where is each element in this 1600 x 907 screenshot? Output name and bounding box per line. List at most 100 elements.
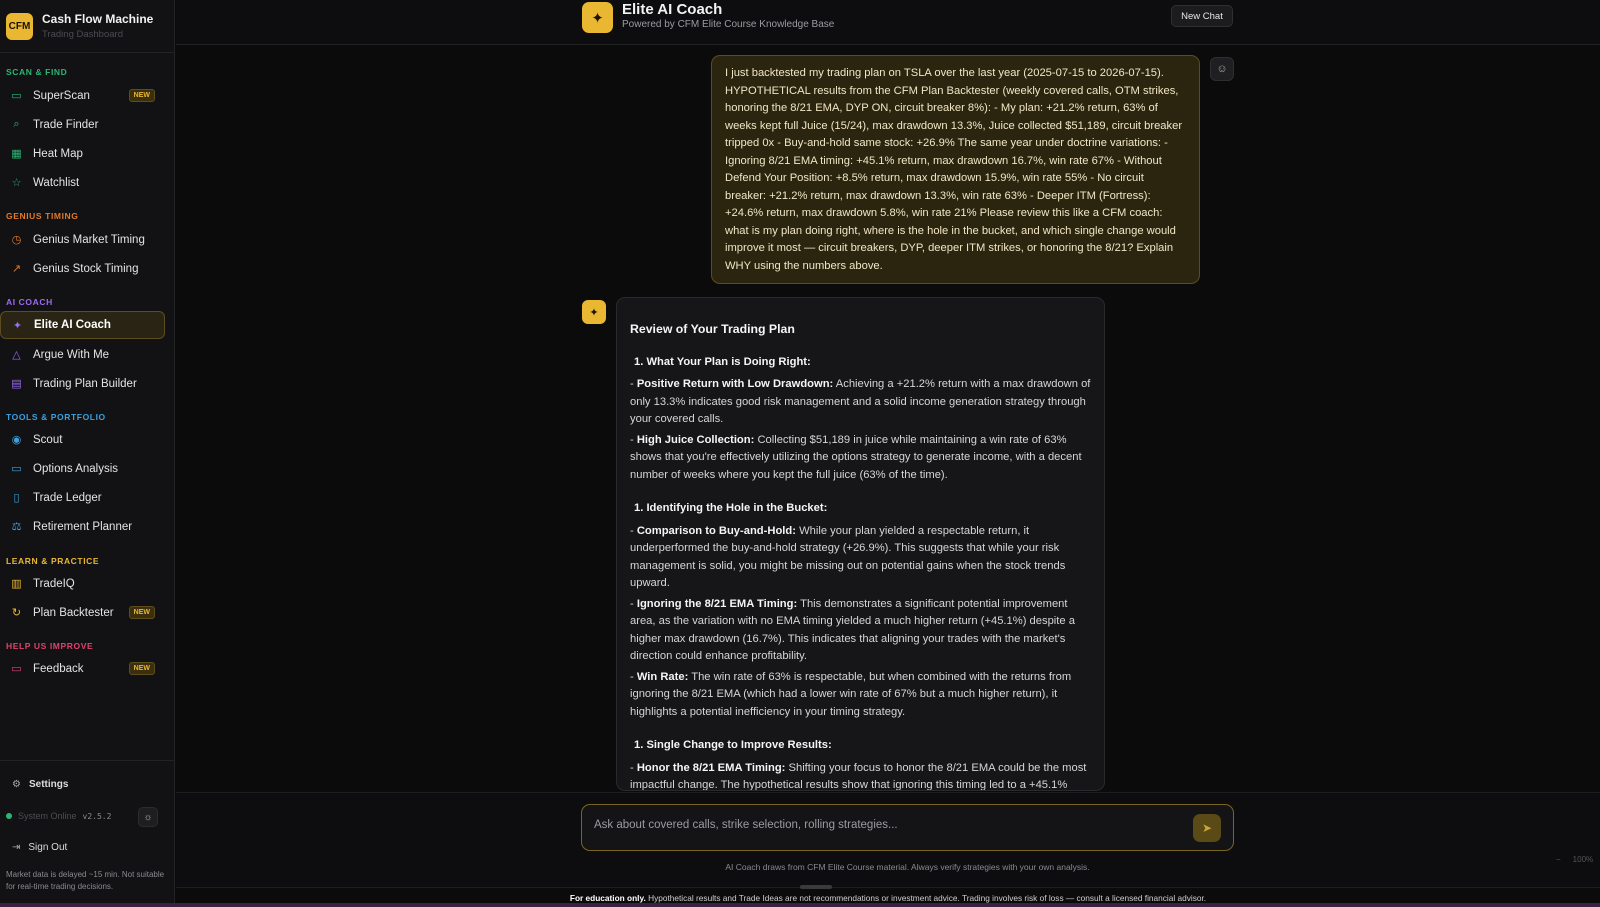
theme-toggle-button[interactable]: ☼ bbox=[138, 807, 158, 827]
sidebar-item-superscan[interactable]: ▭ SuperScan NEW bbox=[0, 82, 165, 109]
page-title: Elite AI Coach bbox=[622, 1, 723, 18]
sidebar-item-label: Retirement Planner bbox=[33, 520, 133, 533]
sidebar-item-label: Options Analysis bbox=[33, 462, 119, 475]
sidebar-item-label: Argue With Me bbox=[33, 348, 110, 361]
chat-input[interactable] bbox=[594, 819, 1174, 831]
section-label-genius: GENIUS TIMING bbox=[6, 211, 79, 221]
brand[interactable]: CFM Cash Flow Machine Trading Dashboard bbox=[0, 0, 174, 53]
sidebar-item-label: Watchlist bbox=[33, 176, 80, 189]
section-label-tools: TOOLS & PORTFOLIO bbox=[6, 412, 106, 422]
sidebar-item-label: SuperScan bbox=[33, 89, 90, 102]
settings-label: Settings bbox=[28, 779, 69, 790]
reply-point: - Win Rate: The win rate of 63% is respe… bbox=[630, 670, 1072, 718]
gear-icon: ⚙ bbox=[12, 779, 21, 790]
sparkles-icon: ✦ bbox=[12, 319, 23, 332]
sidebar-item-label: TradeIQ bbox=[33, 577, 75, 590]
clipboard-icon: ▤ bbox=[11, 378, 22, 390]
logout-icon: ⇥ bbox=[12, 842, 21, 853]
brand-logo: CFM bbox=[6, 12, 33, 40]
reply-title: Review of Your Trading Plan bbox=[630, 322, 795, 336]
status-text: System Online bbox=[18, 811, 77, 821]
sidebar-item-genius-market-timing[interactable]: ◷ Genius Market Timing bbox=[0, 226, 165, 253]
reply-point: - Honor the 8/21 EMA Timing: Shifting yo… bbox=[630, 761, 1087, 791]
reply-section-heading: 1. Single Change to Improve Results: bbox=[634, 739, 832, 751]
trend-up-icon: ↗ bbox=[11, 263, 22, 275]
sidebar-item-heat-map[interactable]: ▦ Heat Map bbox=[0, 140, 165, 167]
sidebar-item-label: Heat Map bbox=[33, 147, 83, 160]
new-badge: NEW bbox=[128, 89, 155, 102]
section-label-help: HELP US IMPROVE bbox=[6, 641, 94, 651]
chat-header: ✦ Elite AI Coach Powered by CFM Elite Co… bbox=[176, 0, 1600, 45]
sparkles-icon: ✦ bbox=[582, 2, 613, 33]
input-note: AI Coach draws from CFM Elite Course mat… bbox=[725, 862, 1090, 872]
sun-icon: ☼ bbox=[143, 811, 153, 823]
send-button[interactable]: ➤ bbox=[1193, 814, 1221, 842]
sidebar-divider bbox=[0, 760, 175, 761]
sparkles-icon: ✦ bbox=[582, 300, 606, 324]
sidebar-item-trade-finder[interactable]: ⌕ Trade Finder bbox=[0, 111, 165, 138]
sidebar-item-label: Trade Ledger bbox=[33, 491, 102, 504]
message-icon: ▭ bbox=[11, 663, 22, 675]
new-chat-button[interactable]: New Chat bbox=[1171, 5, 1233, 27]
refresh-icon: ↻ bbox=[11, 607, 22, 619]
eye-icon: ◉ bbox=[11, 434, 22, 446]
system-status: System Online v2.5.2 bbox=[6, 811, 111, 821]
page-subtitle: Powered by CFM Elite Course Knowledge Ba… bbox=[622, 19, 835, 30]
clock-icon: ◷ bbox=[11, 234, 22, 246]
banner-bold: For education only. bbox=[569, 893, 646, 903]
sidebar-item-label: Scout bbox=[33, 433, 63, 446]
section-label-learn: LEARN & PRACTICE bbox=[6, 556, 100, 566]
version-label: v2.5.2 bbox=[82, 811, 112, 821]
sidebar: CFM Cash Flow Machine Trading Dashboard … bbox=[0, 0, 175, 907]
scale-icon: ⚖ bbox=[11, 521, 22, 533]
drag-handle[interactable] bbox=[800, 885, 832, 889]
bottom-accent-line bbox=[0, 903, 1600, 907]
reply-section-heading: 1. What Your Plan is Doing Right: bbox=[634, 355, 811, 368]
bar-chart-icon: ▥ bbox=[11, 578, 22, 590]
sidebar-item-trade-ledger[interactable]: ▯ Trade Ledger bbox=[0, 484, 165, 511]
sidebar-item-elite-ai-coach[interactable]: ✦ Elite AI Coach bbox=[0, 311, 165, 339]
banner-text: Hypothetical results and Trade Ideas are… bbox=[645, 893, 1207, 903]
sidebar-item-retirement-planner[interactable]: ⚖ Retirement Planner bbox=[0, 513, 165, 540]
settings-link[interactable]: ⚙ Settings bbox=[12, 779, 68, 790]
section-label-scan: SCAN & FIND bbox=[6, 67, 68, 77]
warning-triangle-icon: △ bbox=[12, 349, 21, 361]
star-icon: ☆ bbox=[11, 177, 22, 189]
sidebar-item-label: Trade Finder bbox=[33, 118, 99, 131]
zoom-control: − 100% bbox=[1556, 855, 1593, 864]
sidebar-item-label: Elite AI Coach bbox=[34, 319, 111, 331]
sidebar-item-label: Genius Market Timing bbox=[33, 233, 145, 246]
sidebar-item-tradeiq[interactable]: ▥ TradeIQ bbox=[0, 570, 165, 597]
sidebar-item-trading-plan-builder[interactable]: ▤ Trading Plan Builder bbox=[0, 370, 165, 397]
status-dot bbox=[6, 813, 12, 819]
market-data-disclaimer: Market data is delayed ~15 min. Not suit… bbox=[6, 870, 165, 891]
user-avatar-icon: ☺ bbox=[1210, 57, 1234, 81]
sidebar-item-feedback[interactable]: ▭ Feedback NEW bbox=[0, 655, 165, 682]
send-icon: ➤ bbox=[1201, 821, 1213, 835]
sign-out-link[interactable]: ⇥ Sign Out bbox=[12, 842, 67, 853]
zoom-level: 100% bbox=[1572, 855, 1594, 864]
brand-title: Cash Flow Machine bbox=[42, 12, 154, 26]
sidebar-item-genius-stock-timing[interactable]: ↗ Genius Stock Timing bbox=[0, 255, 165, 282]
app-root: CFM Cash Flow Machine Trading Dashboard … bbox=[0, 0, 1600, 907]
sidebar-item-plan-backtester[interactable]: ↻ Plan Backtester NEW bbox=[0, 599, 165, 626]
sidebar-item-scout[interactable]: ◉ Scout bbox=[0, 426, 165, 453]
grid-icon: ▦ bbox=[11, 148, 22, 160]
sidebar-item-options-analysis[interactable]: ▭ Options Analysis bbox=[0, 455, 165, 482]
sidebar-item-watchlist[interactable]: ☆ Watchlist bbox=[0, 169, 165, 196]
sign-out-label: Sign Out bbox=[28, 842, 68, 853]
search-icon: ⌕ bbox=[13, 118, 20, 130]
section-label-ai-coach: AI COACH bbox=[6, 297, 53, 307]
reply-point: - High Juice Collection: Collecting $51,… bbox=[630, 433, 1082, 481]
sidebar-item-label: Trading Plan Builder bbox=[33, 377, 137, 390]
reply-point: - Positive Return with Low Drawdown: Ach… bbox=[630, 378, 1091, 425]
chart-monitor-icon: ▭ bbox=[11, 463, 22, 475]
chat-input-container bbox=[581, 804, 1234, 851]
user-message: I just backtested my trading plan on TSL… bbox=[711, 55, 1200, 284]
zoom-out-button[interactable]: − bbox=[1556, 855, 1561, 864]
new-badge: NEW bbox=[128, 606, 155, 619]
book-icon: ▯ bbox=[13, 492, 20, 504]
reply-point: - Ignoring the 8/21 EMA Timing: This dem… bbox=[630, 597, 1075, 663]
reply-section-heading: 1. Identifying the Hole in the Bucket: bbox=[634, 502, 828, 514]
sidebar-item-argue-with-me[interactable]: △ Argue With Me bbox=[0, 341, 165, 368]
